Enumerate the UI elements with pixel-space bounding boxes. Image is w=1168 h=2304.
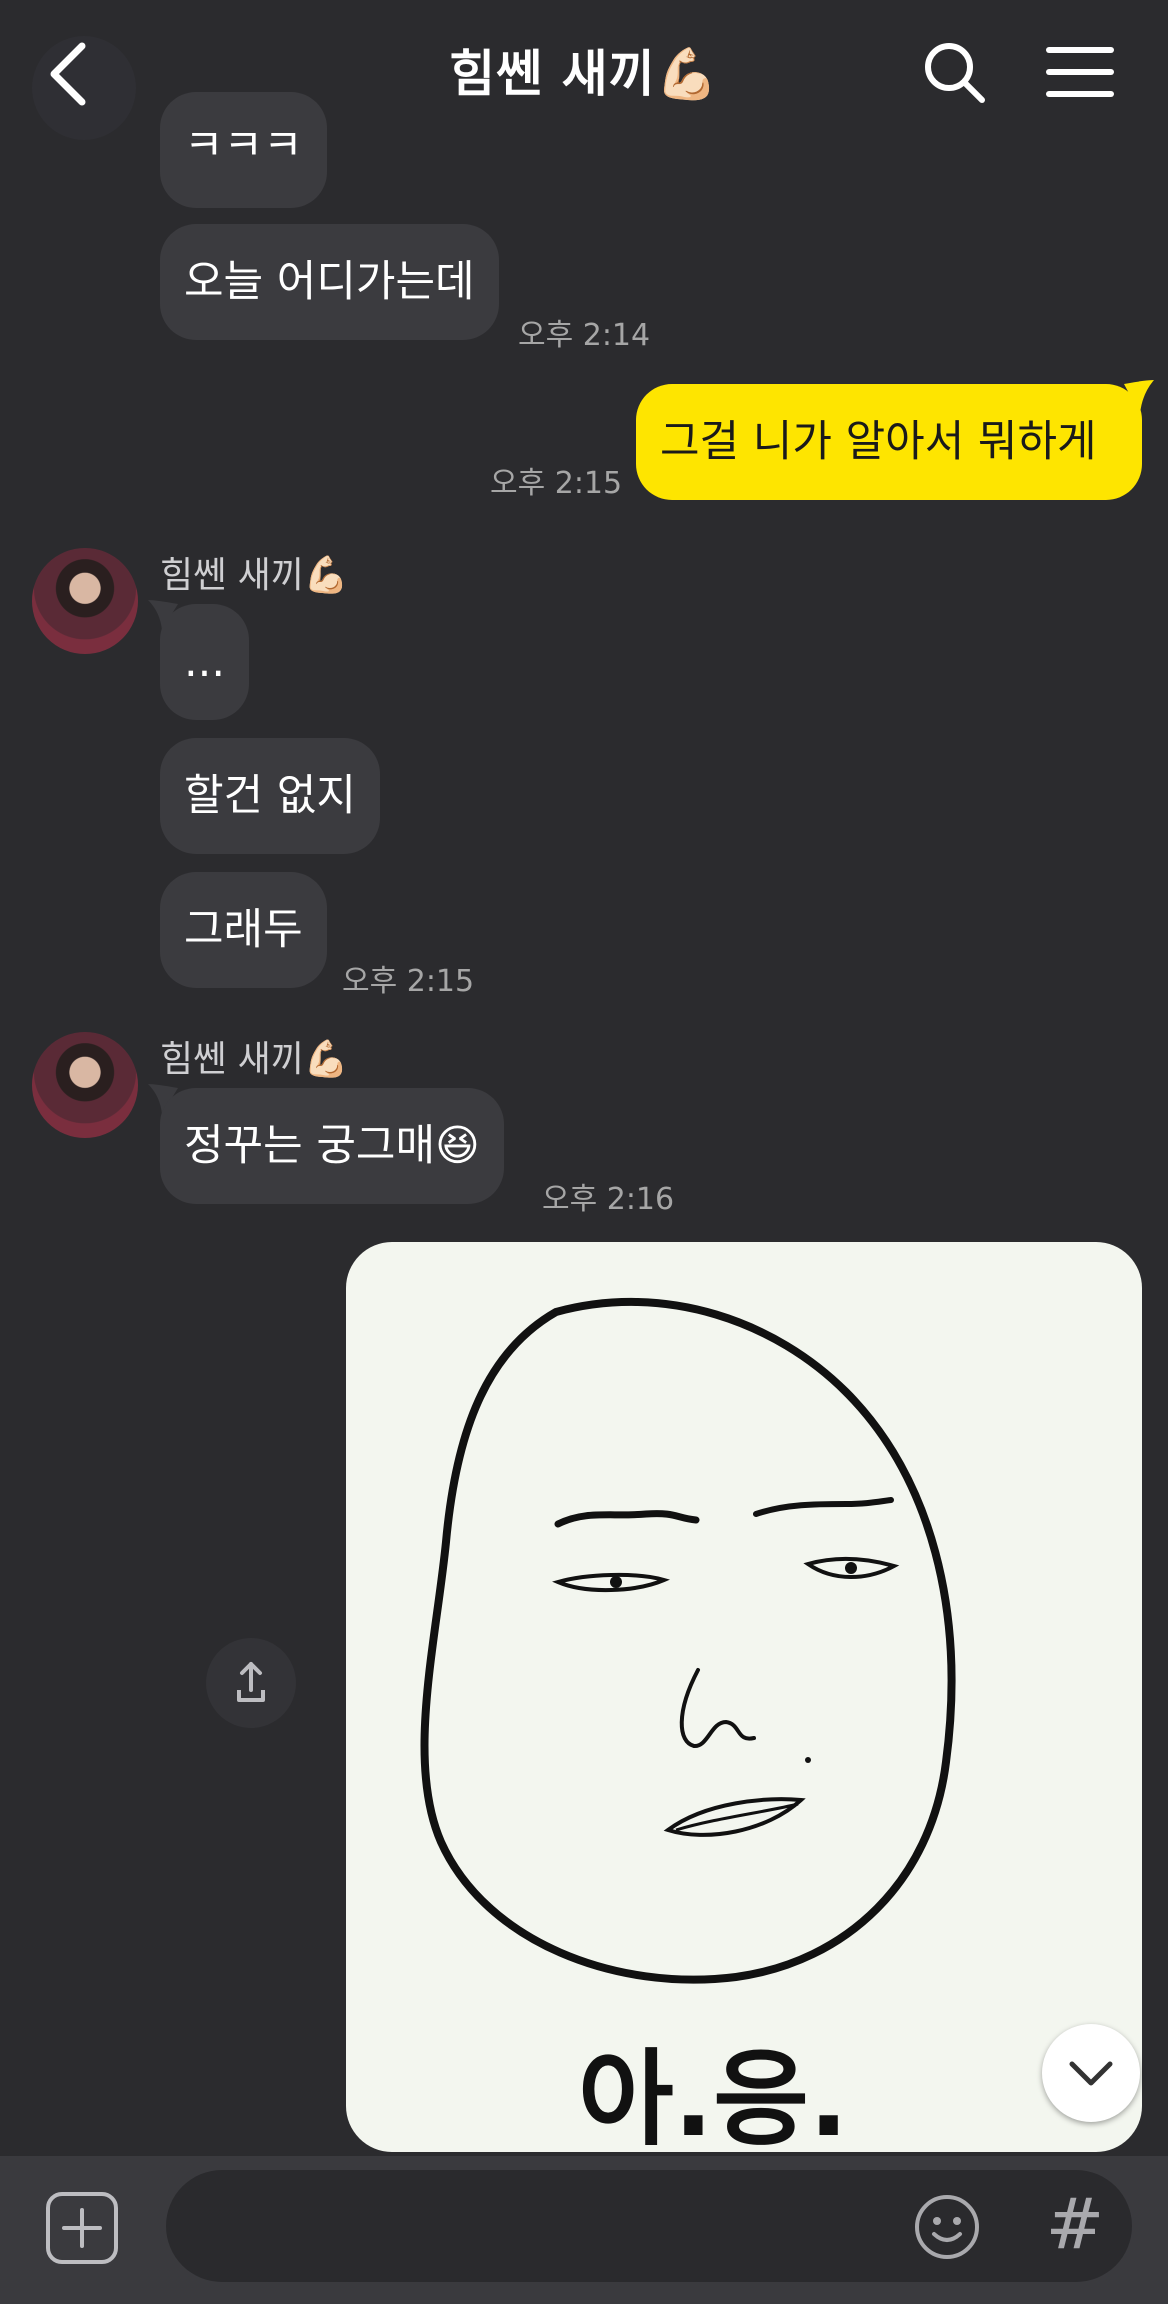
share-icon <box>237 1662 265 1702</box>
smiley-icon <box>915 2195 979 2259</box>
avatar[interactable] <box>32 548 138 654</box>
hashtag-button[interactable]: # <box>1040 2184 1110 2264</box>
scroll-down-button[interactable] <box>1042 2024 1140 2122</box>
message-text: 그걸 니가 알아서 뭐하게 <box>660 417 1097 467</box>
menu-button[interactable] <box>1045 42 1115 102</box>
search-icon <box>925 43 985 103</box>
chat-title: 힘쎈 새끼💪🏻 <box>449 45 719 103</box>
message-text: 오늘 어디가는데 <box>184 257 475 307</box>
chevron-down-icon <box>1069 2061 1113 2086</box>
message-text: 그래두 <box>184 905 303 955</box>
sender-name: 힘쎈 새끼💪🏻 <box>160 1039 349 1080</box>
sender-name: 힘쎈 새끼💪🏻 <box>160 555 349 596</box>
message-bubble[interactable]: 그래두 <box>160 872 327 988</box>
message-bubble[interactable]: ... <box>160 604 250 720</box>
message-time: 오후 2:15 <box>490 466 623 501</box>
hash-icon: # <box>1045 2183 1105 2265</box>
emoji-button[interactable] <box>912 2192 982 2262</box>
search-button[interactable] <box>920 38 990 108</box>
image-message[interactable]: 아.응. <box>346 1242 1142 2152</box>
message-text: 할건 없지 <box>184 771 356 821</box>
message-text: ... <box>184 637 226 687</box>
message-bubble[interactable]: 정꾸는 궁그매😆 <box>160 1088 504 1204</box>
my-message-bubble[interactable]: 그걸 니가 알아서 뭐하게 <box>636 384 1142 500</box>
message-text: 정꾸는 궁그매😆 <box>184 1121 480 1171</box>
share-button[interactable] <box>206 1638 296 1728</box>
chevron-left-icon <box>50 42 86 106</box>
attach-button[interactable] <box>44 2190 120 2266</box>
message-input[interactable] <box>206 2190 926 2262</box>
bubble-tail <box>1124 380 1154 414</box>
message-time: 오후 2:14 <box>518 318 651 353</box>
image-caption: 아.응. <box>578 2038 849 2152</box>
message-bubble[interactable]: ㅋㅋㅋ <box>160 92 327 208</box>
message-time: 오후 2:16 <box>542 1182 675 1217</box>
message-bubble[interactable]: 오늘 어디가는데 <box>160 224 499 340</box>
back-button[interactable] <box>40 36 100 112</box>
message-text: ㅋㅋㅋ <box>184 121 303 171</box>
hamburger-menu-icon <box>1046 47 1114 97</box>
plus-square-icon <box>46 2192 118 2264</box>
message-input-wrapper <box>166 2170 1132 2282</box>
avatar[interactable] <box>32 1032 138 1138</box>
message-time: 오후 2:15 <box>342 964 475 999</box>
message-bubble[interactable]: 할건 없지 <box>160 738 380 854</box>
